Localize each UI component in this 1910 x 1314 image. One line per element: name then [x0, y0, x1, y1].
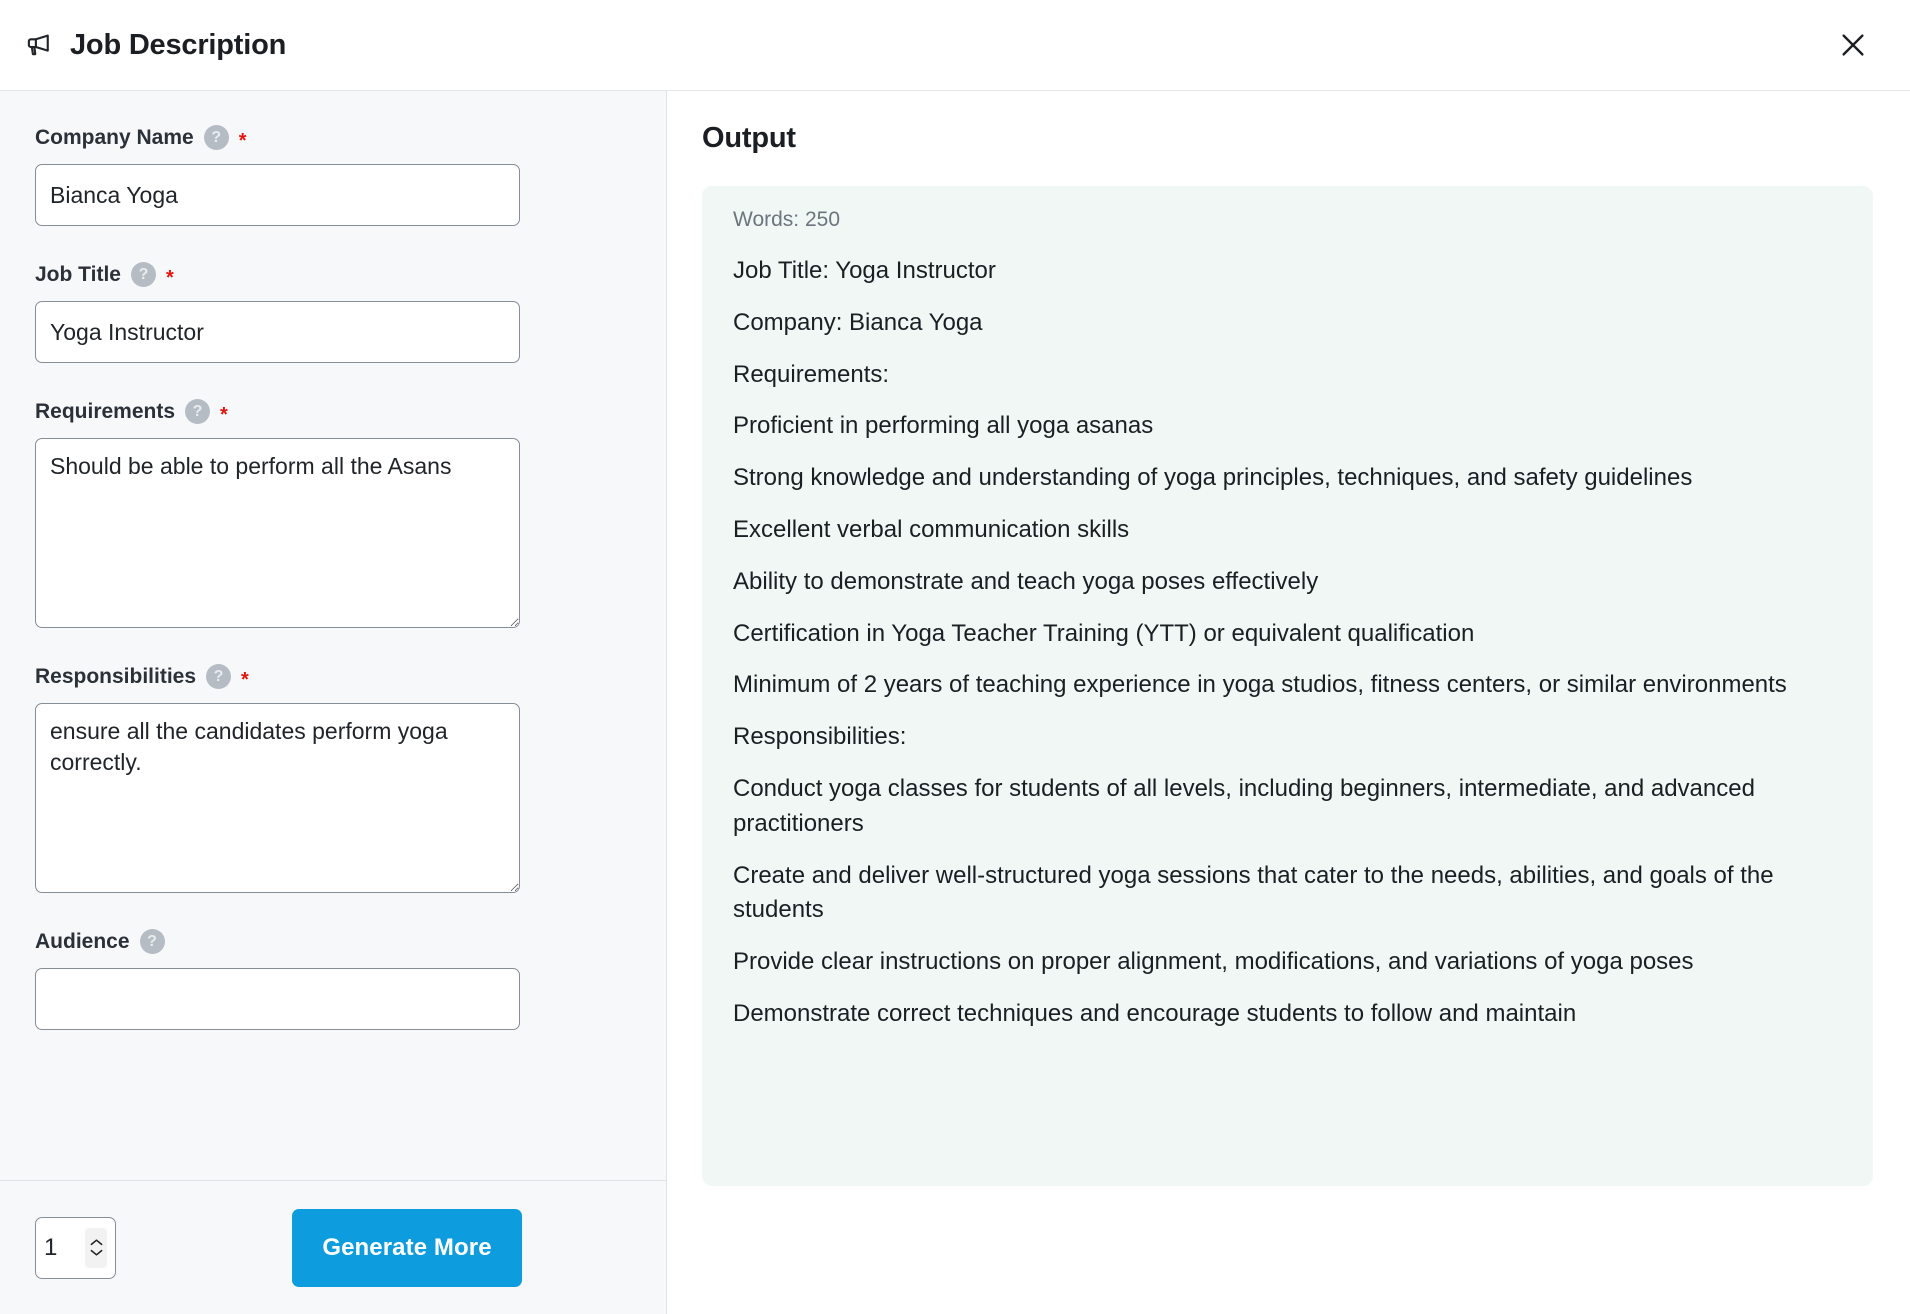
output-line: Create and deliver well-structured yoga … [733, 861, 1774, 924]
question-mark-icon[interactable]: ? [185, 399, 211, 424]
chevron-down-icon[interactable] [90, 1248, 103, 1257]
company-name-input[interactable] [35, 164, 520, 226]
form-scroll-area[interactable]: Company Name ? * Job Title ? * [0, 91, 666, 1180]
label-audience: Audience ? [35, 929, 631, 954]
megaphone-icon [22, 28, 56, 62]
field-audience: Audience ? [35, 929, 631, 1030]
job-title-input[interactable] [35, 301, 520, 363]
responsibilities-textarea[interactable]: ensure all the candidates perform yoga c… [35, 703, 520, 893]
output-line: Proficient in performing all yoga asanas [733, 412, 1154, 440]
output-line: Job Title: Yoga Instructor [733, 257, 996, 284]
label-company-name: Company Name ? * [35, 125, 631, 152]
question-mark-icon[interactable]: ? [203, 125, 229, 150]
modal-body: Company Name ? * Job Title ? * [0, 91, 1910, 1314]
label-job-title-text: Job Title [35, 262, 121, 286]
required-marker: * [165, 266, 174, 289]
output-text-body: Job Title: Yoga Instructor Company: Bian… [733, 254, 1842, 1032]
question-mark-icon[interactable]: ? [139, 929, 165, 954]
close-icon[interactable] [1830, 22, 1876, 68]
quantity-stepper-value: 1 [44, 1233, 58, 1261]
word-count-label: Words: 250 [733, 208, 840, 231]
field-requirements: Requirements ? * Should be able to perfo… [35, 399, 631, 628]
label-job-title: Job Title ? * [35, 262, 631, 289]
field-job-title: Job Title ? * [35, 262, 631, 363]
label-audience-text: Audience [35, 929, 130, 953]
job-description-modal: Job Description Company Name ? * Bianca … [0, 0, 1910, 1314]
output-line: Demonstrate correct techniques and encou… [733, 999, 1577, 1027]
output-line: Certification in Yoga Teacher Training (… [733, 619, 1475, 647]
output-card: Words: 250 Job Title: Yoga Instructor Co… [702, 186, 1873, 1186]
output-line: Provide clear instructions on proper ali… [733, 948, 1694, 976]
label-company-name-text: Company Name [35, 125, 194, 149]
output-title: Output [702, 122, 796, 154]
question-mark-icon[interactable]: ? [206, 664, 232, 689]
field-responsibilities: Responsibilities ? * ensure all the cand… [35, 664, 631, 893]
output-line: Excellent verbal communication skills [733, 515, 1130, 543]
required-marker: * [220, 403, 228, 426]
output-line: Conduct yoga classes for students of all… [733, 774, 1755, 837]
audience-input[interactable] [35, 968, 520, 1030]
question-mark-icon[interactable]: ? [130, 262, 156, 287]
required-marker: * [241, 668, 249, 691]
form-panel: Company Name ? * Job Title ? * [0, 91, 667, 1314]
chevron-up-icon[interactable] [90, 1238, 103, 1247]
required-marker: * [238, 129, 247, 152]
requirements-textarea[interactable]: Should be able to perform all the Asans [35, 438, 520, 628]
quantity-stepper[interactable]: 1 [35, 1216, 116, 1279]
output-panel[interactable]: Output Words: 250 Job Title: Yoga Instru… [667, 91, 1910, 1314]
stepper-arrows[interactable] [85, 1227, 107, 1268]
label-responsibilities-text: Responsibilities [35, 664, 197, 688]
generate-more-button[interactable]: Generate More [292, 1208, 522, 1287]
modal-header: Job Description [0, 0, 1910, 91]
page-title: Job Description [70, 28, 287, 61]
form-footer: 1 Generate More [0, 1180, 666, 1314]
label-requirements: Requirements ? * [35, 399, 631, 426]
output-line: Ability to demonstrate and teach yoga po… [733, 567, 1319, 595]
output-line: Strong knowledge and understanding of yo… [733, 464, 1693, 492]
output-line: Company: Bianca Yoga [733, 308, 983, 336]
output-line: Minimum of 2 years of teaching experienc… [733, 671, 1787, 699]
field-company-name: Company Name ? * [35, 125, 631, 226]
modal-header-left: Job Description [22, 28, 286, 62]
output-line: Responsibilities: [733, 723, 907, 751]
label-requirements-text: Requirements [35, 399, 176, 423]
output-line: Requirements: [733, 360, 890, 388]
label-responsibilities: Responsibilities ? * [35, 664, 631, 691]
